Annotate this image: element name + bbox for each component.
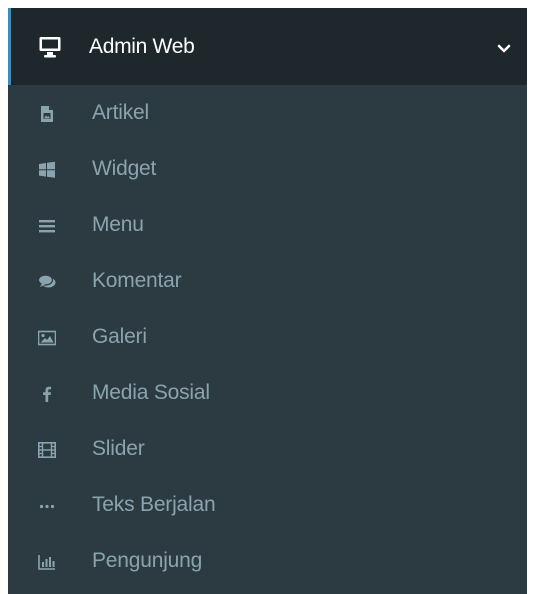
sidebar-item-label: Widget bbox=[92, 157, 157, 180]
picture-icon bbox=[38, 329, 56, 347]
ellipsis-icon bbox=[38, 497, 56, 515]
sidebar: Admin Web Artikel Widget Menu Komentar G… bbox=[8, 8, 527, 594]
comments-icon bbox=[38, 273, 56, 291]
sidebar-item-menu[interactable]: Menu bbox=[8, 197, 527, 253]
windows-icon bbox=[38, 161, 56, 179]
sidebar-item-pengunjung[interactable]: Pengunjung bbox=[8, 533, 527, 589]
sidebar-item-teks-berjalan[interactable]: Teks Berjalan bbox=[8, 477, 527, 533]
sidebar-menu: Artikel Widget Menu Komentar Galeri Medi… bbox=[8, 85, 527, 589]
sidebar-item-komentar[interactable]: Komentar bbox=[8, 253, 527, 309]
sidebar-item-label: Slider bbox=[92, 437, 145, 460]
sidebar-item-galeri[interactable]: Galeri bbox=[8, 309, 527, 365]
sidebar-item-label: Menu bbox=[92, 213, 144, 236]
sidebar-item-media-sosial[interactable]: Media Sosial bbox=[8, 365, 527, 421]
sidebar-item-label: Media Sosial bbox=[92, 381, 210, 404]
sidebar-item-label: Pengunjung bbox=[92, 549, 203, 572]
sidebar-item-label: Artikel bbox=[92, 101, 149, 124]
file-image-icon bbox=[38, 105, 56, 123]
sidebar-header-label: Admin Web bbox=[89, 35, 195, 58]
sidebar-item-label: Galeri bbox=[92, 325, 147, 348]
film-icon bbox=[38, 441, 56, 459]
bar-chart-icon bbox=[38, 553, 56, 571]
bars-icon bbox=[38, 217, 56, 235]
desktop-icon bbox=[39, 36, 61, 58]
chevron-down-icon[interactable] bbox=[497, 41, 511, 53]
sidebar-header-admin-web[interactable]: Admin Web bbox=[8, 8, 527, 85]
sidebar-item-slider[interactable]: Slider bbox=[8, 421, 527, 477]
facebook-icon bbox=[38, 385, 56, 403]
sidebar-item-label: Komentar bbox=[92, 269, 182, 292]
sidebar-item-artikel[interactable]: Artikel bbox=[8, 85, 527, 141]
sidebar-item-label: Teks Berjalan bbox=[92, 493, 216, 516]
sidebar-item-widget[interactable]: Widget bbox=[8, 141, 527, 197]
